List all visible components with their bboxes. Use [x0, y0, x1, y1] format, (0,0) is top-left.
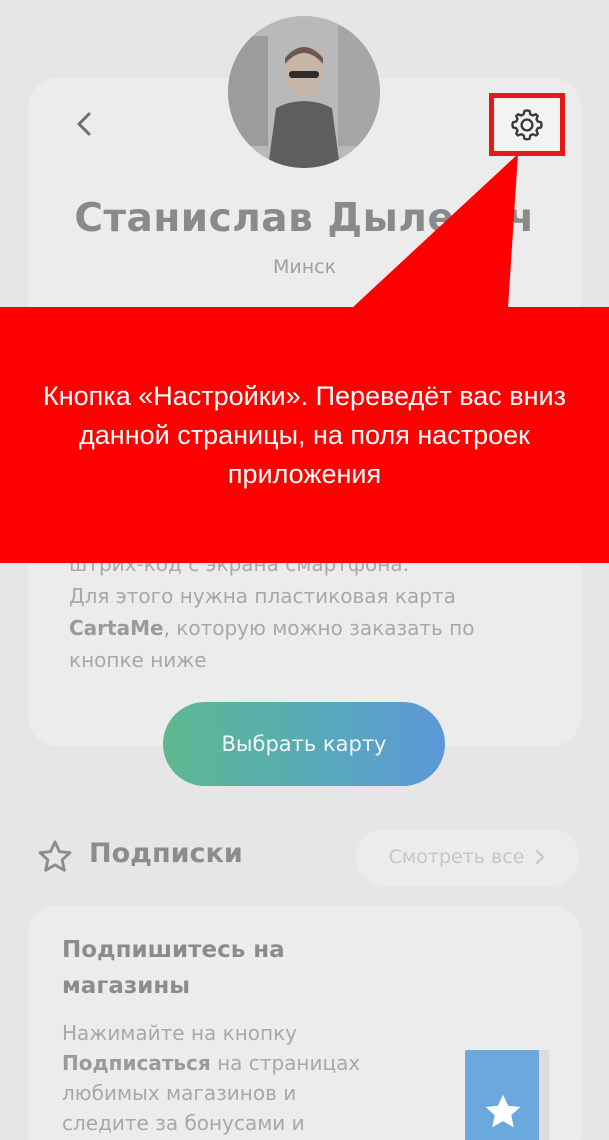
star-icon — [485, 1094, 521, 1128]
brand-name: CartaMe — [69, 616, 164, 640]
see-all-button[interactable]: Смотреть все — [356, 829, 579, 885]
bookmark-illustration — [465, 1050, 549, 1140]
profile-screen: Станислав Дылевич Минск штрих-код с экра… — [0, 0, 609, 1140]
desc-line: кнопке ниже — [69, 648, 207, 672]
see-all-label: Смотреть все — [388, 846, 525, 868]
gear-icon — [511, 108, 543, 140]
annotation-callout: Кнопка «Настройки». Переведёт вас вниз д… — [0, 307, 609, 563]
callout-text: Кнопка «Настройки». Переведёт вас вниз д… — [43, 380, 566, 489]
text-part: Нажимайте на кнопку — [62, 1021, 298, 1045]
avatar-photo — [228, 16, 380, 168]
profile-name: Станислав Дылевич — [74, 196, 535, 241]
subscribe-card-title: Подпишитесь на магазины — [62, 937, 285, 999]
subscribe-card-text: Нажимайте на кнопку Подписаться на стран… — [62, 1018, 422, 1138]
chevron-right-icon — [536, 850, 545, 864]
subscribe-keyword: Подписаться — [62, 1051, 211, 1075]
back-button[interactable] — [64, 104, 104, 144]
subscriptions-title: Подписки — [89, 838, 243, 869]
desc-line: Для этого нужна пластиковая карта — [69, 584, 456, 608]
card-description: штрих-код с экрана смартфона. Для этого … — [69, 548, 549, 676]
profile-city: Минск — [272, 256, 337, 278]
bookmark-fold — [539, 1050, 549, 1140]
star-icon — [38, 840, 72, 872]
text-part: на страницах — [210, 1051, 361, 1075]
text-part: любимых магазинов и — [62, 1081, 297, 1105]
avatar — [228, 16, 380, 168]
desc-line: CartaMe, которую можно заказать по — [69, 612, 549, 644]
settings-button[interactable] — [489, 93, 565, 156]
choose-card-button[interactable]: Выбрать карту — [163, 702, 445, 786]
chevron-left-icon — [77, 112, 91, 136]
desc-text: , которую можно заказать по — [163, 616, 475, 640]
text-part: следите за бонусами и — [62, 1111, 305, 1135]
